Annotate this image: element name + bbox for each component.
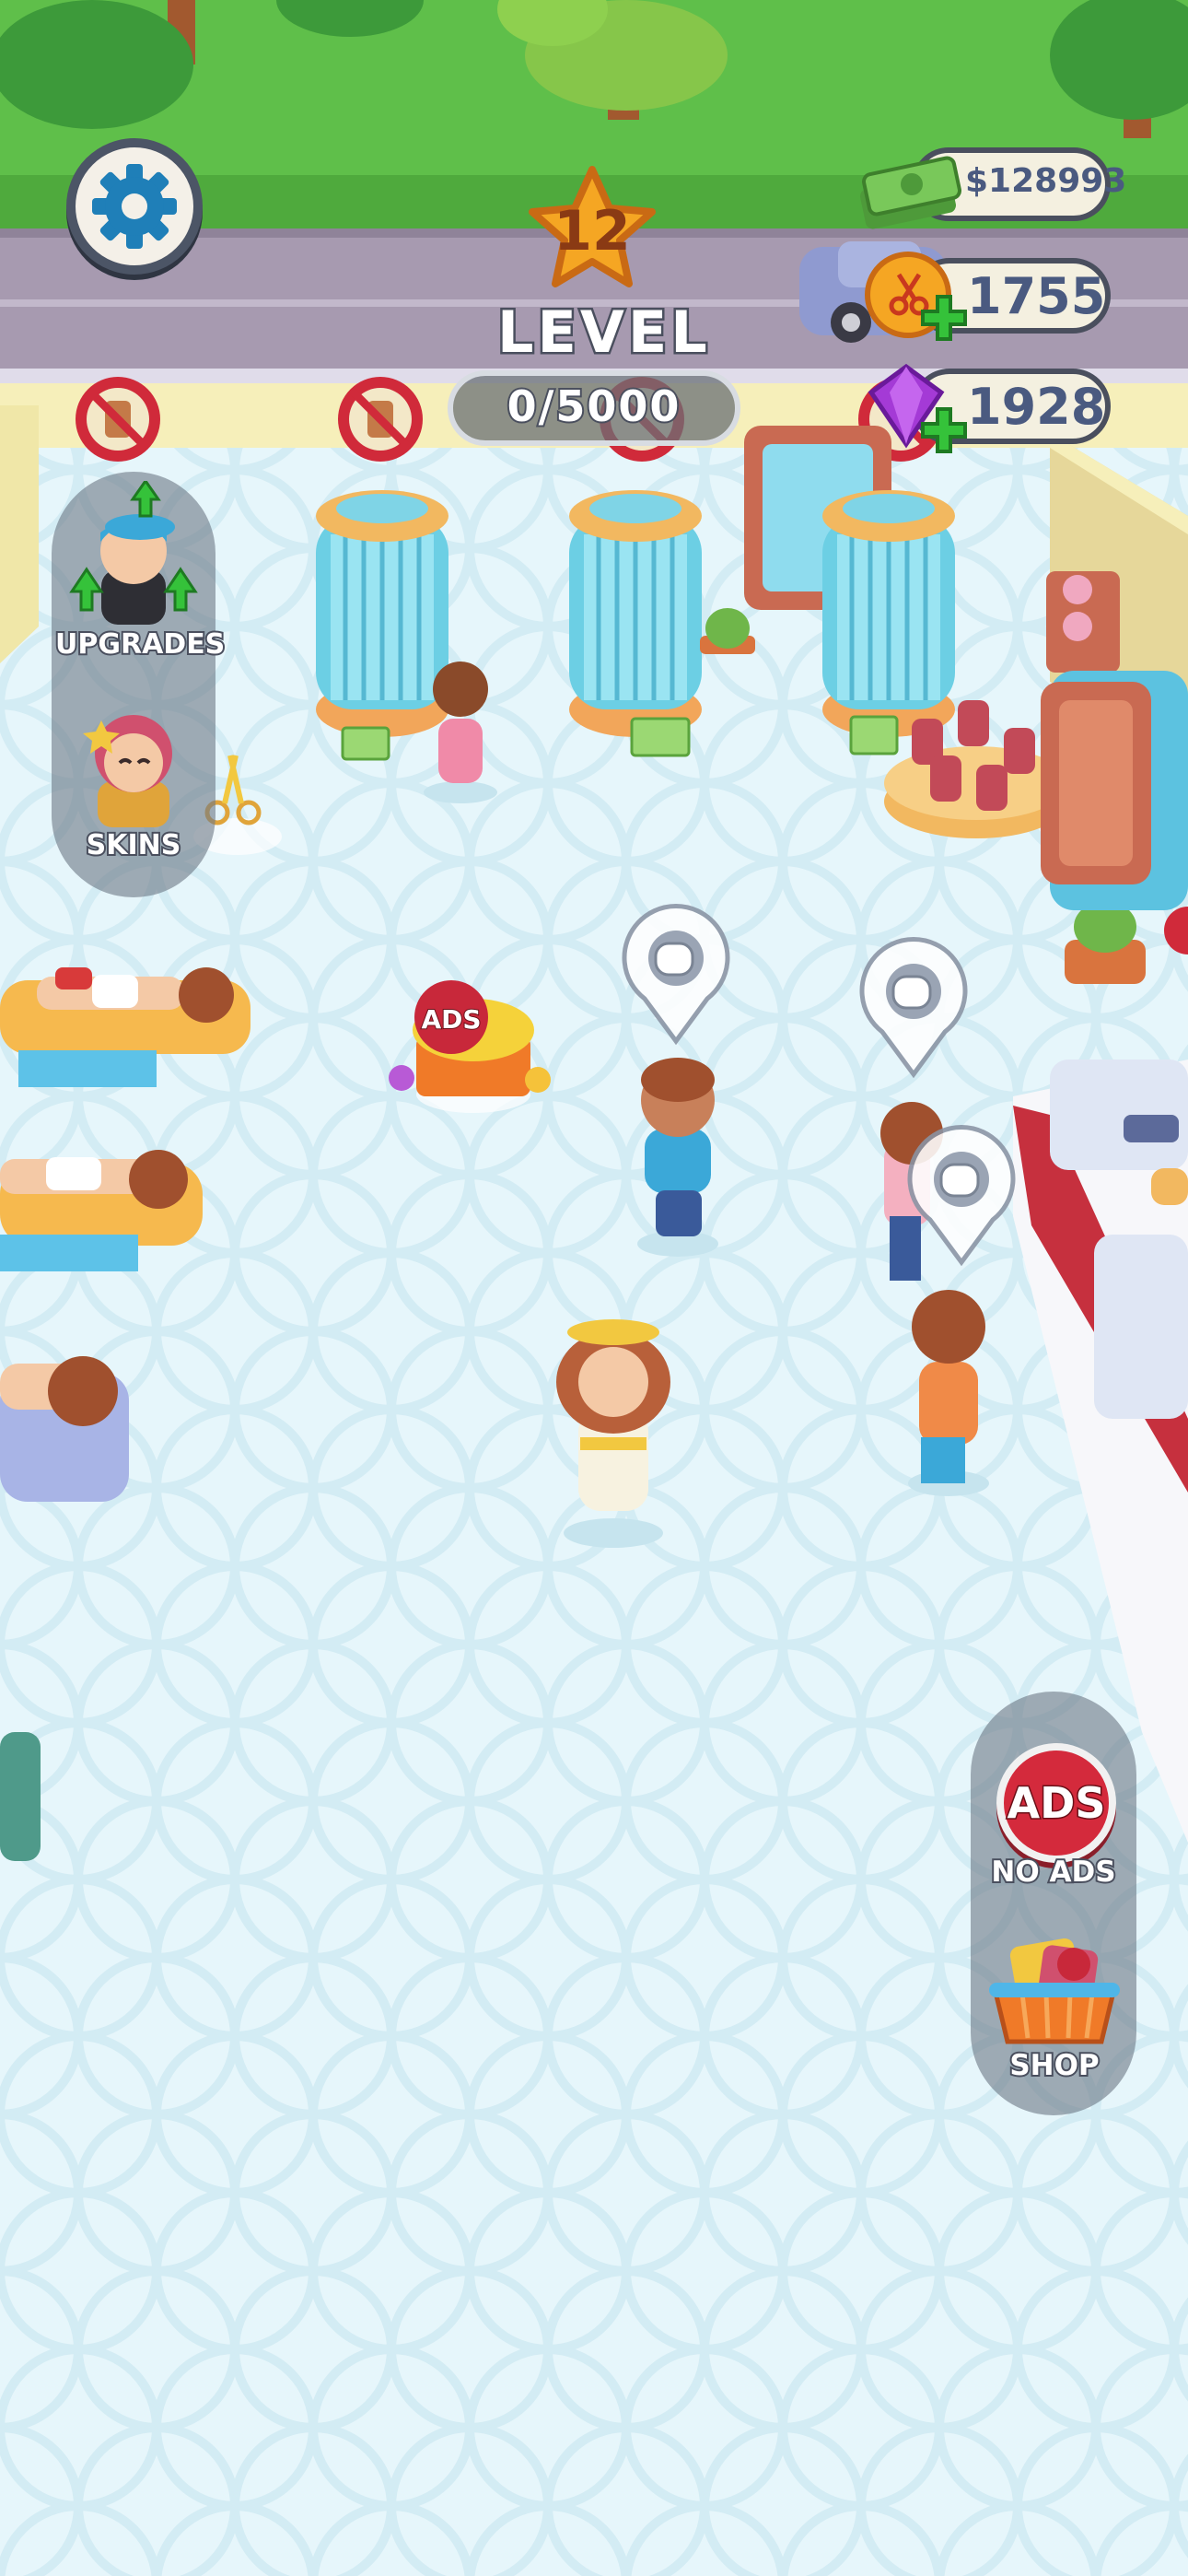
- gear-icon: [92, 164, 177, 249]
- upgrades-button[interactable]: UPGRADES: [53, 481, 227, 665]
- upgrades-label: UPGRADES: [53, 626, 227, 662]
- level-number: 12: [553, 199, 631, 263]
- gem-value: 1928: [967, 378, 1106, 436]
- no-ads-label: NO ADS: [989, 1854, 1117, 1891]
- shop-button[interactable]: SHOP: [985, 1933, 1124, 2099]
- upgrades-character-icon: [69, 481, 198, 625]
- skins-button[interactable]: SKINS: [55, 693, 212, 868]
- money-value: $128993: [965, 162, 1127, 200]
- skins-character-icon: [83, 715, 172, 827]
- level-progress-text: 0/5000: [506, 380, 681, 433]
- shelf-cupcakes: [1046, 571, 1120, 673]
- add-scissors-icon[interactable]: [919, 293, 969, 343]
- shop-label: SHOP: [1007, 2047, 1101, 2084]
- shop-basket-icon: [989, 1938, 1120, 2044]
- ads-reward-label: ADS: [421, 1004, 481, 1035]
- settings-button[interactable]: [66, 138, 203, 275]
- level-label: LEVEL: [495, 297, 711, 369]
- tanning-booths: [316, 490, 955, 737]
- no-ads-badge-text: ADS: [1006, 1777, 1107, 1830]
- no-ads-button[interactable]: ADS: [996, 1743, 1116, 1863]
- cash-stack-icon: [860, 156, 961, 229]
- add-gems-icon[interactable]: [919, 405, 969, 455]
- side-bench: [0, 1732, 41, 1861]
- level-star-badge: 12: [525, 164, 659, 293]
- scissors-currency-value: 1755: [967, 267, 1106, 325]
- skins-label: SKINS: [85, 827, 183, 863]
